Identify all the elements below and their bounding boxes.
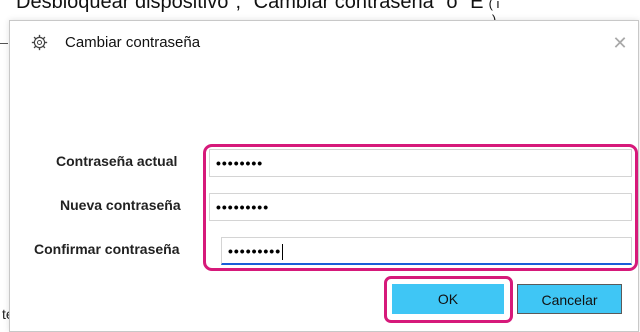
gear-settings-icon: [31, 34, 48, 51]
close-icon[interactable]: ✕: [608, 31, 632, 55]
current-password-field[interactable]: ••••••••: [209, 149, 632, 177]
background-divider: [0, 43, 8, 44]
background-heading: Desbloquear dispositivo", "Cambiar contr…: [16, 0, 484, 13]
current-password-value: ••••••••: [216, 155, 264, 171]
confirm-password-value: •••••••••: [228, 243, 282, 259]
text-caret: [282, 244, 284, 261]
new-password-label: Nueva contraseña: [60, 197, 181, 213]
new-password-field[interactable]: •••••••••: [209, 193, 632, 221]
new-password-value: •••••••••: [216, 199, 270, 215]
current-password-label: Contraseña actual: [56, 153, 178, 169]
dialog-title: Cambiar contraseña: [65, 34, 201, 51]
ok-button[interactable]: OK: [392, 284, 504, 314]
dialog-title-bar[interactable]: Cambiar contraseña ✕: [10, 21, 638, 65]
info-icon: ( i ): [488, 0, 500, 27]
confirm-password-field[interactable]: •••••••••: [221, 237, 632, 265]
cancel-button[interactable]: Cancelar: [517, 284, 622, 314]
confirm-password-label: Confirmar contraseña: [34, 241, 180, 257]
